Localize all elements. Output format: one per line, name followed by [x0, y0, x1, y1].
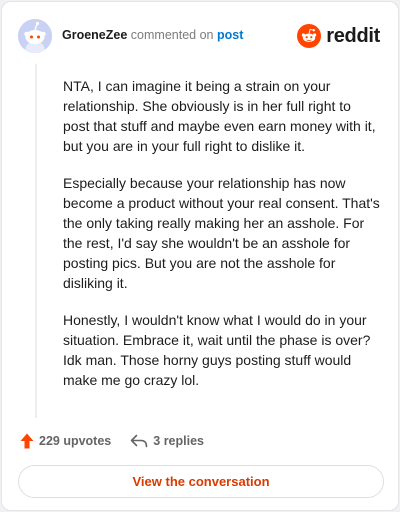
- thread-line[interactable]: [35, 64, 37, 418]
- post-link[interactable]: post: [217, 28, 243, 42]
- reddit-brand[interactable]: reddit: [297, 23, 380, 49]
- comment-embed-card: GroeneZee commented on post reddit NTA, …: [1, 1, 399, 511]
- username-link[interactable]: GroeneZee: [62, 28, 127, 42]
- comment-body: NTA, I can imagine it being a strain on …: [63, 76, 381, 407]
- comment-paragraph: NTA, I can imagine it being a strain on …: [63, 78, 376, 154]
- upvote-arrow-icon: [20, 433, 34, 449]
- byline-action-text: commented on: [130, 28, 214, 42]
- comment-byline: GroeneZee commented on post: [62, 28, 243, 42]
- reddit-logo-icon: [297, 24, 322, 48]
- reply-arrow-icon: [130, 434, 148, 448]
- replies-count: 3 replies: [153, 434, 204, 448]
- view-conversation-button[interactable]: View the conversation: [18, 465, 384, 498]
- comment-actions: 229 upvotes 3 replies: [20, 431, 204, 451]
- comment-paragraph: Especially because your relationship has…: [63, 175, 380, 291]
- comment-paragraph: Honestly, I wouldn't know what I would d…: [63, 312, 371, 388]
- snoo-avatar-icon[interactable]: [18, 19, 52, 53]
- comment-header: GroeneZee commented on post reddit: [18, 16, 382, 56]
- replies-button[interactable]: 3 replies: [130, 434, 204, 448]
- reddit-wordmark: reddit: [326, 24, 380, 47]
- upvotes-count: 229 upvotes: [39, 434, 112, 448]
- upvote-button[interactable]: 229 upvotes: [20, 433, 111, 449]
